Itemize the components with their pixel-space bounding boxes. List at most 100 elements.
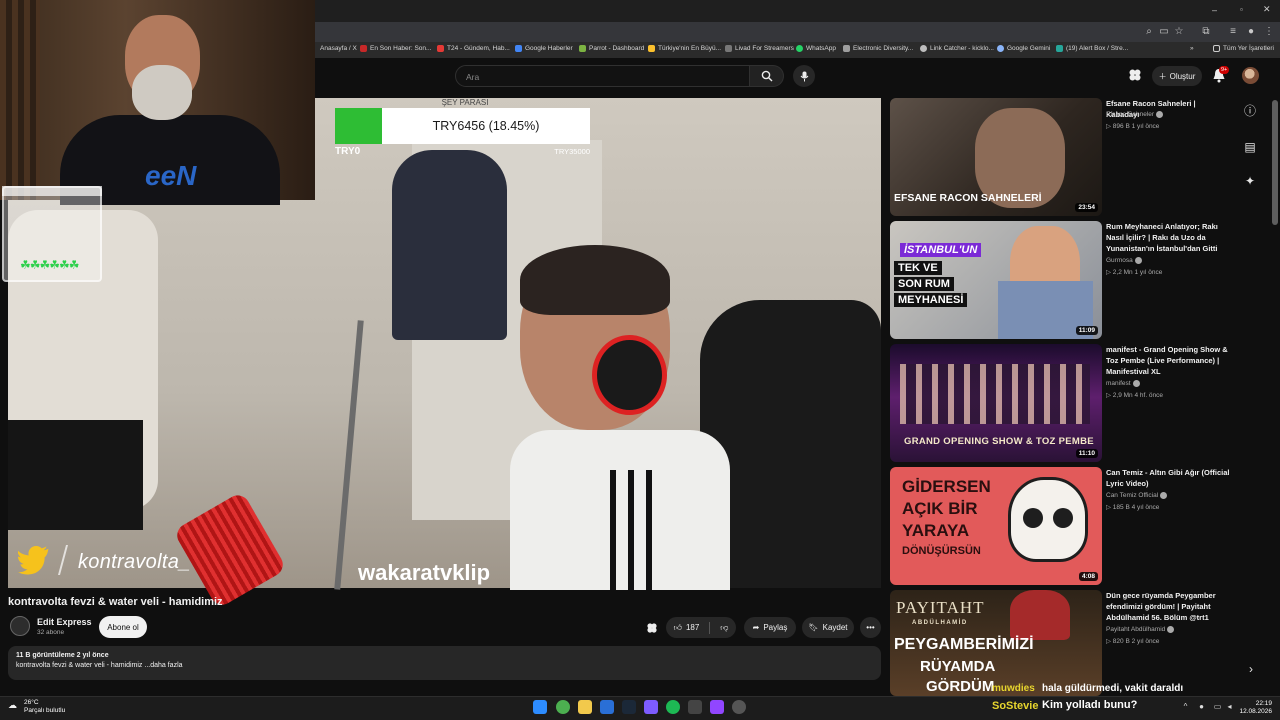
obs-icon[interactable] <box>732 700 746 714</box>
extensions-icon[interactable]: ⧉ <box>1200 26 1212 38</box>
bookmark-label: Parrot - Dashboard <box>589 45 645 52</box>
related-thumbnail[interactable]: İSTANBUL'UN TEK VE SON RUM MEYHANESİ 11:… <box>890 221 1102 339</box>
bookmark-item[interactable]: Google Gemini <box>997 45 1050 52</box>
related-channel-label: Efsane Sahneler <box>1106 111 1155 119</box>
bookmark-label: Electronic Diversity... <box>853 45 914 52</box>
weather-widget[interactable]: 26°C Parçalı bulutlu <box>24 699 65 715</box>
chrome-icon[interactable] <box>556 700 570 714</box>
verified-icon <box>1167 626 1175 633</box>
app-icon[interactable] <box>600 700 614 714</box>
more-icon: ••• <box>866 623 875 632</box>
channel-name[interactable]: Edit Express <box>37 617 92 627</box>
steam-icon[interactable] <box>622 700 636 714</box>
chevron-right-icon[interactable]: › <box>1243 661 1259 677</box>
related-channel[interactable]: Efsane Sahneler <box>1106 111 1164 119</box>
related-video-card[interactable]: İSTANBUL'UN TEK VE SON RUM MEYHANESİ 11:… <box>890 221 1235 339</box>
related-video-card[interactable]: GİDERSEN AÇIK BİR YARAYA DÖNÜŞÜRSÜN 4:08… <box>890 467 1235 585</box>
channel-avatar[interactable] <box>10 616 30 636</box>
spotify-icon[interactable] <box>666 700 680 714</box>
start-icon[interactable] <box>533 700 547 714</box>
search-button[interactable] <box>750 65 784 87</box>
video-duration: 11:10 <box>1075 449 1098 458</box>
like-dislike-group: 👍︎ 187 👎︎ <box>666 617 736 638</box>
bookmark-favicon-icon <box>360 45 367 52</box>
close-icon[interactable]: ✕ <box>1263 4 1271 15</box>
chat-username: SoStevie <box>992 700 1039 712</box>
bookmark-item[interactable]: Livad For Streamers <box>725 45 794 52</box>
related-thumbnail[interactable]: EFSANE RACON SAHNELERİ 23:54 <box>890 98 1102 216</box>
related-channel[interactable]: manifest <box>1106 380 1140 387</box>
plus-icon: ＋ <box>1158 71 1167 81</box>
chat-icon[interactable]: ▤ <box>1242 139 1258 155</box>
like-button[interactable]: 👍︎ 187 <box>674 623 700 633</box>
bookmark-item[interactable]: (19) Alert Box / Stre... <box>1056 45 1128 52</box>
verified-icon <box>1156 111 1164 118</box>
create-button[interactable]: ＋ Oluştur <box>1152 66 1202 86</box>
zoom-icon[interactable]: ⌕ <box>1143 26 1155 38</box>
bookmark-label: (19) Alert Box / Stre... <box>1066 45 1129 52</box>
cast-icon[interactable]: ▭ <box>1158 26 1170 38</box>
all-bookmarks-button[interactable]: Tüm Yer İşaretleri <box>1213 45 1274 52</box>
twitter-handle: kontravolta_ <box>78 551 191 573</box>
bookmark-item[interactable]: Google Haberler <box>515 45 573 52</box>
related-title: Can Temiz - Altın Gibi Ağır (Official Ly… <box>1106 468 1230 488</box>
more-actions-button[interactable]: ••• <box>860 617 881 638</box>
discord-icon[interactable] <box>644 700 658 714</box>
related-channel[interactable]: Gurmosa <box>1106 257 1142 264</box>
bookmark-item[interactable]: T24 - Gündem, Hab... <box>437 45 510 52</box>
donation-goal-min: TRY0 <box>335 146 361 157</box>
related-thumbnail[interactable]: PAYITAHT ABDÜLHAMİD PEYGAMBERİMİZİ RÜYAM… <box>890 590 1102 696</box>
dislike-button[interactable]: 👎︎ <box>720 623 728 633</box>
app-icon[interactable] <box>688 700 702 714</box>
media-icon[interactable]: ≡ <box>1227 26 1239 38</box>
bookmark-item[interactable]: WhatsApp <box>796 45 836 52</box>
save-button[interactable]: 🔖︎ Kaydet <box>802 617 854 638</box>
related-video-card[interactable]: PAYITAHT ABDÜLHAMİD PEYGAMBERİMİZİ RÜYAM… <box>890 590 1235 696</box>
bookmark-item[interactable]: Parrot - Dashboard <box>579 45 644 52</box>
share-button[interactable]: ➦ Paylaş <box>744 617 796 638</box>
maximize-icon[interactable]: ▫ <box>1240 5 1243 14</box>
video-duration: 23:54 <box>1075 203 1098 212</box>
bookmark-favicon-icon <box>920 45 927 52</box>
bookmark-favicon-icon <box>515 45 522 52</box>
bookmark-item[interactable]: En Son Haber: Son... <box>360 45 431 52</box>
file-explorer-icon[interactable] <box>578 700 592 714</box>
sparkle-icon[interactable]: ✦ <box>1242 173 1258 189</box>
weather-condition: Parçalı bulutlu <box>24 707 66 714</box>
search-input[interactable]: Ara <box>455 65 750 87</box>
clock[interactable]: 22:19 12.08.2026 <box>1232 700 1272 716</box>
bookmark-item[interactable]: Anasayfa / X <box>320 45 357 52</box>
menu-icon[interactable]: ⋮ <box>1263 26 1275 38</box>
thumbnail-caption: PAYITAHT <box>896 598 985 617</box>
network-icon[interactable]: ▭ <box>1213 702 1222 711</box>
microphone-icon[interactable]: ● <box>1197 702 1206 711</box>
account-avatar[interactable] <box>1242 67 1259 84</box>
bookmark-item[interactable]: Link Catcher - kicklo... <box>920 45 994 52</box>
donation-goal-title: ŞEY PARASI <box>441 98 489 107</box>
related-video-card[interactable]: EFSANE RACON SAHNELERİ 23:54 Efsane Raco… <box>890 98 1235 216</box>
tray-chevron-icon[interactable]: ^ <box>1181 702 1190 711</box>
related-thumbnail[interactable]: GİDERSEN AÇIK BİR YARAYA DÖNÜŞÜRSÜN 4:08 <box>890 467 1102 585</box>
related-title: manifest - Grand Opening Show & Toz Pemb… <box>1106 345 1228 376</box>
description-box[interactable]: 11 B görüntüleme 2 yıl önce kontravolta … <box>8 646 881 680</box>
scrollbar[interactable] <box>1272 100 1278 225</box>
info-icon[interactable]: ⓘ <box>1242 103 1258 119</box>
bookmark-item[interactable]: Türkiye'nin En Büyü... <box>648 45 721 52</box>
related-channel[interactable]: Payitaht Abdülhamid <box>1106 626 1175 633</box>
shirt-stripe <box>628 470 634 590</box>
related-channel[interactable]: Can Temiz Official <box>1106 492 1168 499</box>
related-title: Dün gece rüyamda Peygamber efendimizi gö… <box>1106 591 1216 622</box>
related-video-card[interactable]: GRAND OPENING SHOW & TOZ PEMBE 11:10 man… <box>890 344 1235 462</box>
related-thumbnail[interactable]: GRAND OPENING SHOW & TOZ PEMBE 11:10 <box>890 344 1102 462</box>
clover-button[interactable] <box>646 621 660 635</box>
subscribe-button[interactable]: Abone ol <box>99 616 147 638</box>
bookmark-label: Link Catcher - kicklo... <box>930 45 994 52</box>
twitch-icon[interactable] <box>710 700 724 714</box>
profile-icon[interactable]: ● <box>1245 26 1257 38</box>
cast-channel-button[interactable] <box>1128 68 1144 84</box>
voice-search-button[interactable] <box>793 65 815 87</box>
bookmark-star-icon[interactable]: ☆ <box>1173 26 1185 38</box>
minimize-icon[interactable]: – <box>1212 5 1217 15</box>
bookmark-item[interactable]: Electronic Diversity... <box>843 45 913 52</box>
more-bookmarks-button[interactable]: » <box>1190 45 1194 52</box>
